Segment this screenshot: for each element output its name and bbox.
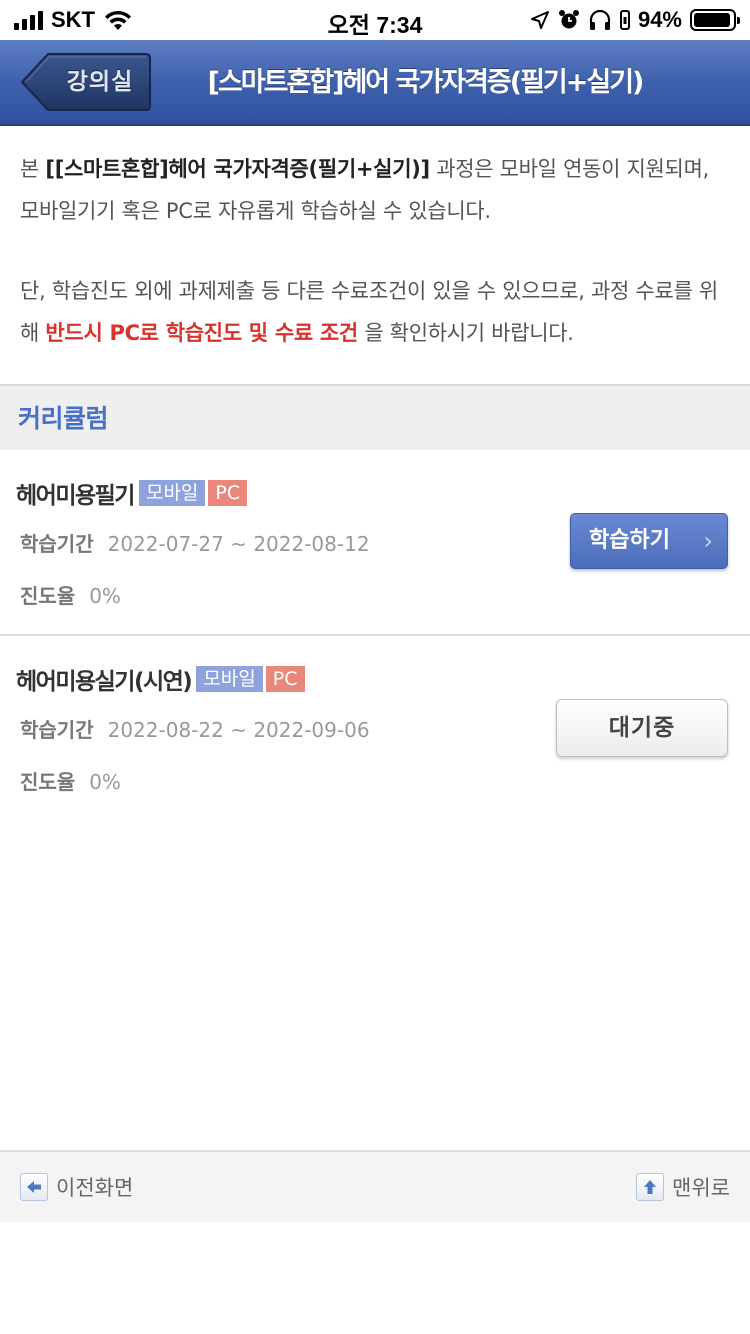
study-period-label: 학습기간: [20, 718, 94, 742]
arrow-left-icon: [20, 1173, 48, 1201]
course-item: 헤어미용필기 모바일 PC 학습기간 2022-07-27 ~ 2022-08-1…: [0, 450, 750, 636]
notice-paragraph-1: 본 [[스마트혼합]헤어 국가자격증(필기+실기)] 과정은 모바일 연동이 지…: [20, 148, 730, 232]
pc-badge: PC: [265, 666, 305, 692]
start-study-button-label: 학습하기: [589, 528, 670, 553]
notice-text: 을 확인하시기 바랍니다.: [357, 321, 574, 345]
back-button-label: 강의실: [66, 69, 134, 95]
arrow-up-icon: [636, 1173, 665, 1201]
study-period-value: 2022-07-27 ~ 2022-08-12: [107, 532, 370, 556]
previous-screen-link[interactable]: 이전화면: [20, 1152, 133, 1222]
course-title-row: 헤어미용실기(시연) 모바일 PC: [16, 662, 305, 696]
progress-rate: 진도율 0%: [20, 766, 121, 795]
waiting-button[interactable]: 대기중: [556, 699, 728, 757]
study-period: 학습기간 2022-07-27 ~ 2022-08-12: [20, 528, 370, 557]
scroll-top-link[interactable]: 맨위로: [636, 1152, 730, 1222]
progress-label: 진도율: [20, 584, 76, 608]
progress-value: 0%: [89, 770, 121, 794]
portrait-lock-icon: [619, 10, 630, 30]
curriculum-header: 커리큘럼: [0, 384, 750, 450]
location-arrow-icon: [530, 11, 549, 29]
start-study-button[interactable]: 학습하기 ›: [570, 513, 728, 569]
headphones-icon: [589, 9, 611, 30]
back-button[interactable]: 강의실: [20, 52, 152, 112]
chevron-right-icon: ›: [703, 527, 713, 555]
battery-icon: [690, 9, 740, 31]
pc-badge: PC: [208, 480, 248, 506]
battery-percent: 94%: [637, 7, 682, 32]
notice-warning-highlight: 반드시 PC로 학습진도 및 수료 조건: [45, 321, 358, 345]
alarm-clock-icon: [558, 10, 579, 29]
study-period-value: 2022-08-22 ~ 2022-09-06: [107, 718, 370, 742]
page-title: [스마트혼합]헤어 국가자격증(필기+실기): [207, 67, 645, 98]
course-item: 헤어미용실기(시연) 모바일 PC 학습기간 2022-08-22 ~ 2022-…: [0, 636, 750, 822]
progress-value: 0%: [89, 584, 121, 608]
mobile-badge: 모바일: [196, 666, 263, 692]
course-title: 헤어미용필기: [16, 483, 135, 509]
status-bar: SKT 오전 7:34 94%: [0, 0, 750, 40]
study-period-label: 학습기간: [20, 532, 94, 556]
notice-paragraph-2: 단, 학습진도 외에 과제제출 등 다른 수료조건이 있을 수 있으므로, 과정…: [20, 270, 730, 354]
curriculum-heading: 커리큘럼: [18, 404, 109, 433]
study-period: 학습기간 2022-08-22 ~ 2022-09-06: [20, 714, 370, 743]
course-title-row: 헤어미용필기 모바일 PC: [16, 476, 248, 510]
progress-rate: 진도율 0%: [20, 580, 121, 609]
app-header: 강의실 [스마트혼합]헤어 국가자격증(필기+실기): [0, 40, 750, 126]
progress-label: 진도율: [20, 770, 76, 794]
previous-screen-label: 이전화면: [56, 1176, 134, 1200]
footer-nav: 이전화면 맨위로: [0, 1150, 750, 1222]
scroll-top-label: 맨위로: [672, 1176, 730, 1200]
notice-panel: 본 [[스마트혼합]헤어 국가자격증(필기+실기)] 과정은 모바일 연동이 지…: [0, 126, 750, 384]
course-name-bold: [[스마트혼합]헤어 국가자격증(필기+실기)]: [45, 157, 430, 181]
course-title: 헤어미용실기(시연): [16, 669, 193, 695]
notice-text: 본: [20, 157, 46, 181]
mobile-badge: 모바일: [138, 480, 206, 506]
